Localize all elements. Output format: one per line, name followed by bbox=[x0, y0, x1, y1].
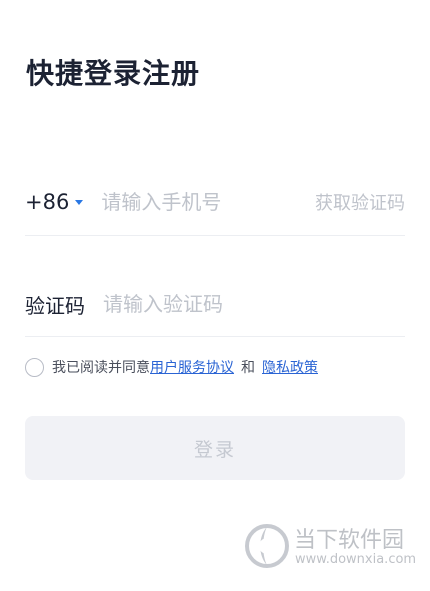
terms-link[interactable]: 用户服务协议 bbox=[150, 357, 234, 377]
watermark-url: www.downxia.com bbox=[295, 552, 417, 567]
code-divider bbox=[25, 336, 405, 337]
agree-checkbox[interactable] bbox=[25, 357, 44, 377]
code-input[interactable] bbox=[103, 292, 343, 316]
privacy-link[interactable]: 隐私政策 bbox=[262, 357, 318, 377]
phone-input[interactable] bbox=[101, 190, 277, 214]
phone-row: +86 获取验证码 bbox=[25, 172, 405, 232]
caret-down-icon bbox=[75, 199, 84, 205]
login-page: 快捷登录注册 +86 获取验证码 验证码 我已阅读并同意 用户服务协议 和 隐私… bbox=[0, 0, 430, 591]
watermark-name: 当下软件园 bbox=[294, 528, 405, 553]
agreement-prefix: 我已阅读并同意 bbox=[52, 360, 150, 376]
code-row: 验证码 bbox=[25, 274, 405, 334]
country-code-label: +86 bbox=[25, 190, 70, 214]
page-title: 快捷登录注册 bbox=[26, 57, 201, 90]
agreement-conjunction: 和 bbox=[241, 360, 255, 376]
watermark-logo-icon bbox=[245, 524, 289, 568]
login-button[interactable]: 登录 bbox=[25, 416, 405, 480]
phone-divider bbox=[25, 235, 405, 236]
get-code-button[interactable]: 获取验证码 bbox=[315, 189, 405, 215]
watermark: 当下软件园 www.downxia.com bbox=[244, 520, 417, 572]
agreement-row: 我已阅读并同意 用户服务协议 和 隐私政策 bbox=[25, 356, 318, 378]
country-code-selector[interactable]: +86 bbox=[25, 190, 84, 214]
code-label: 验证码 bbox=[25, 293, 85, 318]
